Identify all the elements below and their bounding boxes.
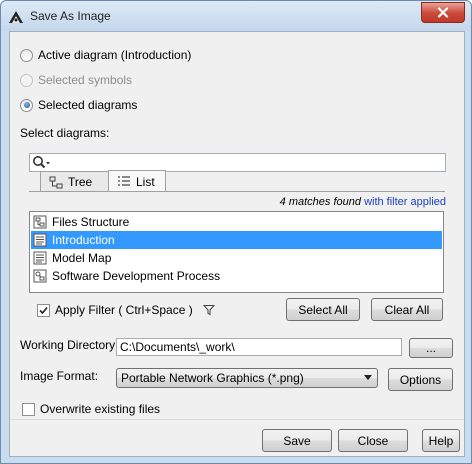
list-item-files-structure[interactable]: Files Structure [31, 213, 442, 231]
list-item-label: Files Structure [52, 215, 130, 229]
tab-tree[interactable]: Tree [40, 171, 110, 192]
options-button[interactable]: Options [388, 368, 453, 391]
active-diagram-radio[interactable] [20, 48, 33, 62]
diagram-search-field[interactable] [29, 153, 446, 172]
list-item-label: Software Development Process [52, 269, 221, 283]
chevron-down-icon [364, 375, 372, 380]
close-icon [437, 7, 449, 18]
image-format-value: Portable Network Graphics (*.png) [121, 371, 304, 385]
image-format-label: Image Format: [20, 369, 99, 383]
help-button[interactable]: Help [422, 429, 460, 452]
apply-filter-checkbox[interactable] [37, 303, 50, 317]
apply-filter-option[interactable]: Apply Filter ( Ctrl+Space ) [37, 302, 215, 318]
working-directory-value: C:\Documents\_work\ [120, 340, 235, 354]
footer-divider [10, 419, 464, 420]
filter-icon[interactable] [202, 304, 215, 316]
list-item-software-development-process[interactable]: Software Development Process [31, 267, 442, 285]
tree-view-icon [49, 176, 63, 188]
close-button[interactable]: Close [338, 429, 408, 452]
save-as-image-dialog: Save As Image Active diagram (Introducti… [0, 0, 472, 464]
tab-strip-baseline [29, 191, 445, 192]
working-directory-label: Working Directory: [20, 338, 119, 352]
apply-filter-label: Apply Filter ( Ctrl+Space ) [55, 303, 193, 317]
clear-all-button[interactable]: Clear All [371, 298, 443, 321]
list-item-label: Introduction [52, 233, 115, 247]
browse-directory-button[interactable]: ... [409, 338, 453, 358]
list-item-introduction[interactable]: Introduction [31, 231, 442, 249]
magicdraw-app-icon [9, 11, 23, 23]
filter-status: 4 matches found with filter applied [280, 196, 446, 208]
text-diagram-icon [33, 233, 47, 247]
list-view-icon [118, 176, 130, 186]
tab-tree-label: Tree [68, 175, 93, 189]
window-title: Save As Image [30, 9, 111, 23]
selected-diagrams-option[interactable]: Selected diagrams [20, 97, 137, 113]
selected-diagrams-radio[interactable] [20, 98, 33, 112]
selected-diagrams-label: Selected diagrams [38, 98, 138, 112]
list-item-model-map[interactable]: Model Map [31, 249, 442, 267]
diagram-list[interactable]: Files Structure Introduction Model Map S… [29, 211, 444, 293]
process-diagram-icon [33, 269, 47, 283]
tab-list[interactable]: List [108, 170, 166, 192]
package-diagram-icon [33, 215, 47, 229]
working-directory-field[interactable]: C:\Documents\_work\ [116, 338, 402, 356]
selected-symbols-label: Selected symbols [38, 73, 133, 87]
select-all-button[interactable]: Select All [286, 298, 360, 321]
overwrite-option[interactable]: Overwrite existing files [22, 401, 160, 417]
filter-applied-text: with filter applied [364, 196, 446, 208]
checkmark-icon [39, 306, 48, 314]
active-diagram-label: Active diagram (Introduction) [38, 48, 192, 62]
text-diagram-icon [33, 251, 47, 265]
tab-list-label: List [136, 174, 155, 189]
dialog-content: Active diagram (Introduction) Selected s… [9, 31, 465, 457]
selected-symbols-radio[interactable] [20, 73, 33, 87]
selected-symbols-option[interactable]: Selected symbols [20, 72, 132, 88]
overwrite-checkbox[interactable] [22, 402, 35, 416]
search-icon[interactable] [32, 155, 52, 170]
select-diagrams-label: Select diagrams: [20, 126, 110, 140]
active-diagram-option[interactable]: Active diagram (Introduction) [20, 47, 191, 63]
title-bar[interactable]: Save As Image [1, 1, 471, 31]
overwrite-label: Overwrite existing files [40, 402, 161, 416]
match-count: 4 matches found [279, 196, 361, 208]
image-format-select[interactable]: Portable Network Graphics (*.png) [116, 368, 378, 388]
save-button[interactable]: Save [262, 429, 332, 452]
window-close-button[interactable] [421, 2, 465, 23]
list-item-label: Model Map [52, 251, 112, 265]
